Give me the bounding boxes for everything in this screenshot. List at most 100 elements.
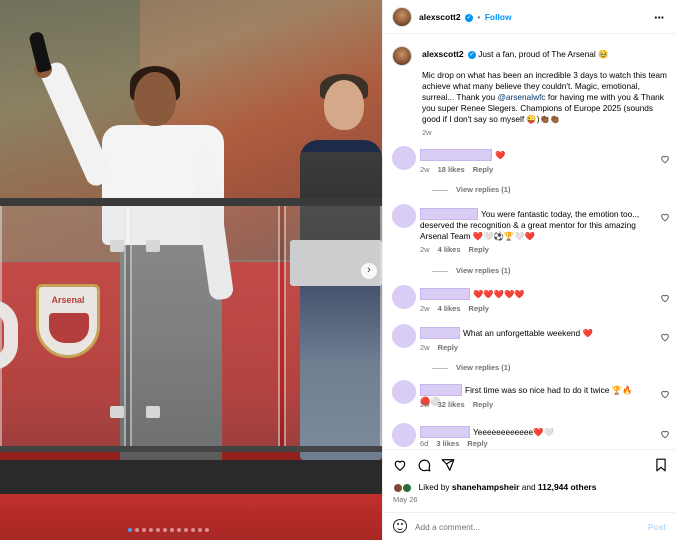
- verified-badge-icon: ✓: [467, 50, 476, 59]
- carousel-dots: [128, 528, 209, 534]
- post-button[interactable]: Post: [648, 522, 666, 532]
- comment-text: Yeeeeeeeeeeee❤️🤍: [473, 427, 554, 437]
- man-head: [324, 80, 364, 130]
- avatar[interactable]: [392, 423, 416, 447]
- mention-link[interactable]: @arsenalwfc: [497, 92, 545, 102]
- view-replies-button[interactable]: View replies (1): [432, 185, 510, 194]
- reply-button[interactable]: Reply: [438, 343, 458, 352]
- glass-clip: [110, 406, 124, 418]
- post-actions: Liked by shanehampsheir and 112,944 othe…: [383, 449, 675, 515]
- comment-text: ❤️: [495, 150, 506, 160]
- avatar[interactable]: [392, 380, 416, 404]
- comment-like-heart-icon[interactable]: [660, 212, 670, 222]
- view-replies-button[interactable]: View replies (1): [432, 266, 510, 275]
- liked-by-prefix: Liked by: [418, 482, 452, 492]
- post-side-panel: alexscott2 ✓ • Follow ··· alexscott2 ✓ J…: [382, 0, 675, 540]
- railing-bottom: [0, 446, 382, 452]
- carousel-dot[interactable]: [156, 528, 160, 532]
- reply-button[interactable]: Reply: [467, 439, 487, 448]
- carousel-dot[interactable]: [205, 528, 209, 532]
- reply-button[interactable]: Reply: [469, 304, 489, 313]
- comment-icon[interactable]: [417, 458, 431, 472]
- follow-button[interactable]: Follow: [485, 12, 512, 22]
- comment-age[interactable]: 2w: [420, 165, 430, 174]
- caption-username[interactable]: alexscott2: [422, 49, 464, 59]
- avatar[interactable]: [392, 7, 412, 27]
- liked-by: Liked by shanehampsheir and 112,944 othe…: [393, 482, 596, 493]
- reply-button[interactable]: Reply: [469, 245, 489, 254]
- avatar[interactable]: [392, 285, 416, 309]
- comment-like-heart-icon[interactable]: [660, 389, 670, 399]
- comment-like-heart-icon[interactable]: [660, 154, 670, 164]
- caption-text: alexscott2 ✓ Just a fan, proud of The Ar…: [422, 49, 670, 125]
- comment-meta: 2w 32 likes Reply: [420, 400, 501, 409]
- comment-like-heart-icon[interactable]: [660, 293, 670, 303]
- carousel-dot[interactable]: [177, 528, 181, 532]
- post-header: alexscott2 ✓ • Follow ···: [383, 0, 675, 34]
- comment-age[interactable]: 2w: [420, 304, 430, 313]
- avatar[interactable]: [392, 146, 416, 170]
- carousel-dot[interactable]: [142, 528, 146, 532]
- comment-meta: 2w 4 likes Reply: [420, 304, 497, 313]
- bookmark-icon[interactable]: [654, 458, 668, 472]
- share-icon[interactable]: [441, 458, 455, 472]
- comment-text: You were fantastic today, the emotion to…: [420, 209, 640, 241]
- carousel-dot[interactable]: [149, 528, 153, 532]
- reply-button[interactable]: Reply: [473, 400, 493, 409]
- comment-likes[interactable]: 4 likes: [438, 245, 461, 254]
- liked-by-user[interactable]: shanehampsheir: [452, 482, 520, 492]
- woman-head: [134, 72, 176, 126]
- add-comment-bar: Post: [383, 512, 675, 540]
- next-slide-button[interactable]: ›: [361, 263, 377, 279]
- comment-input[interactable]: [415, 519, 635, 535]
- carousel-dot[interactable]: [128, 528, 132, 532]
- carousel-dot[interactable]: [191, 528, 195, 532]
- header-user: alexscott2 ✓ • Follow: [419, 12, 512, 22]
- comment-likes[interactable]: 18 likes: [438, 165, 465, 174]
- carousel-dot[interactable]: [135, 528, 139, 532]
- comment-meta: 6d 3 likes Reply: [420, 439, 496, 448]
- comment-text: What an unforgettable weekend ❤️: [463, 328, 593, 338]
- carousel-dot[interactable]: [163, 528, 167, 532]
- comment-like-heart-icon[interactable]: [660, 332, 670, 342]
- avatar[interactable]: [392, 324, 416, 348]
- avatar: [402, 482, 413, 493]
- carousel-dot[interactable]: [198, 528, 202, 532]
- comment-age[interactable]: 2w: [420, 400, 430, 409]
- caption-age: 2w: [422, 128, 432, 137]
- chevron-right-icon: ›: [367, 264, 371, 276]
- post-caption: alexscott2 ✓ Just a fan, proud of The Ar…: [392, 46, 668, 137]
- reply-button[interactable]: Reply: [473, 165, 493, 174]
- comment-meta: 2w 4 likes Reply: [420, 245, 497, 254]
- username[interactable]: alexscott2: [419, 12, 461, 22]
- carousel-dot[interactable]: [184, 528, 188, 532]
- glass-panel: [284, 206, 382, 446]
- liked-by-count[interactable]: 112,944 others: [538, 482, 597, 492]
- comment-age[interactable]: 2w: [420, 343, 430, 352]
- view-replies-button[interactable]: View replies (1): [432, 363, 510, 372]
- carousel-dot[interactable]: [170, 528, 174, 532]
- comment-likes[interactable]: 3 likes: [436, 439, 459, 448]
- comment-likes[interactable]: 32 likes: [438, 400, 465, 409]
- glass-clip: [146, 240, 160, 252]
- post-date[interactable]: May 26: [393, 495, 418, 504]
- avatar[interactable]: [392, 46, 412, 66]
- caption-line1: Just a fan, proud of The Arsenal 🥹: [478, 49, 609, 59]
- comment-meta: 2w 18 likes Reply: [420, 165, 501, 174]
- more-options-icon[interactable]: ···: [654, 10, 665, 25]
- glass-clip: [110, 240, 124, 252]
- comment-age[interactable]: 6d: [420, 439, 428, 448]
- glass-panel: [0, 206, 126, 446]
- comment-text: ❤️❤️❤️❤️❤️: [473, 289, 525, 299]
- emoji-icon[interactable]: [393, 519, 407, 533]
- railing-top: [0, 198, 382, 206]
- comment-meta: 2w Reply: [420, 343, 466, 352]
- post-photo[interactable]: Arsenal ›: [0, 0, 382, 540]
- avatar[interactable]: [392, 204, 416, 228]
- comment-like-heart-icon[interactable]: [660, 429, 670, 439]
- comment-likes[interactable]: 4 likes: [438, 304, 461, 313]
- comment-age[interactable]: 2w: [420, 245, 430, 254]
- heart-icon[interactable]: [393, 458, 407, 472]
- verified-badge-icon: ✓: [464, 13, 473, 22]
- liked-by-and: and: [519, 482, 538, 492]
